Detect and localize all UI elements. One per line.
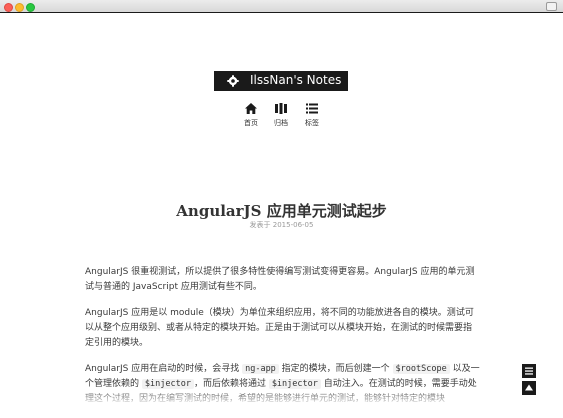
minimize-window-button[interactable] [15, 3, 24, 12]
paragraph-text: ，而后依赖将通过 [193, 379, 269, 389]
window-titlebar [0, 0, 563, 13]
inline-code: $injector [268, 379, 321, 389]
toc-button[interactable] [522, 364, 536, 378]
toc-list-icon [525, 367, 533, 375]
paragraph-text: AngularJS 应用在启动的时候，会寻找 [85, 364, 243, 374]
close-window-button[interactable] [4, 3, 13, 12]
paragraph-text: AngularJS 很重视测试，所以提供了很多特性使得编写测试变得更容易。Ang… [85, 267, 475, 292]
nav-label-home: 首页 [244, 119, 258, 127]
post-paragraph: AngularJS 应用是以 module（模块）为单位来组织应用，将不同的功能… [85, 306, 480, 351]
post-paragraph: AngularJS 应用在启动的时候，会寻找 ng-app 指定的模块，而后创建… [85, 362, 480, 407]
nav-item-home[interactable]: 首页 [236, 103, 266, 128]
back-to-top-button[interactable] [522, 381, 536, 395]
site-logo[interactable]: IlssNan's Notes [214, 71, 348, 91]
nav-label-tags: 标签 [305, 119, 319, 127]
paragraph-text: 指定的模块，而后创建一个 [278, 364, 393, 374]
post-meta: 发表于 2015-06-05 [249, 221, 314, 229]
post-content: AngularJS 很重视测试，所以提供了很多特性使得编写测试变得更容易。Ang… [85, 265, 480, 418]
inline-code: $injector [141, 379, 194, 389]
main-nav: 首页 归档 标签 [0, 103, 563, 133]
nav-item-tags[interactable]: 标签 [297, 103, 327, 128]
paragraph-text: AngularJS 应用是以 module（模块）为单位来组织应用，将不同的功能… [85, 308, 474, 348]
inline-code: ng-app [242, 364, 279, 374]
site-title: IlssNan's Notes [250, 73, 342, 87]
toolbar-toggle-button[interactable] [546, 2, 557, 11]
post-title: AngularJS 应用单元测试起步 [176, 202, 387, 220]
tags-list-icon [306, 103, 318, 114]
inline-code: $rootScope [392, 364, 450, 374]
archive-icon [275, 103, 287, 114]
zoom-window-button[interactable] [26, 3, 35, 12]
home-icon [245, 103, 257, 114]
nav-label-archive: 归档 [274, 119, 288, 127]
nav-item-archive[interactable]: 归档 [266, 103, 296, 128]
logo-gear-icon [227, 75, 239, 87]
back-to-top-icon [525, 384, 533, 391]
post-paragraph: AngularJS 很重视测试，所以提供了很多特性使得编写测试变得更容易。Ang… [85, 265, 480, 295]
